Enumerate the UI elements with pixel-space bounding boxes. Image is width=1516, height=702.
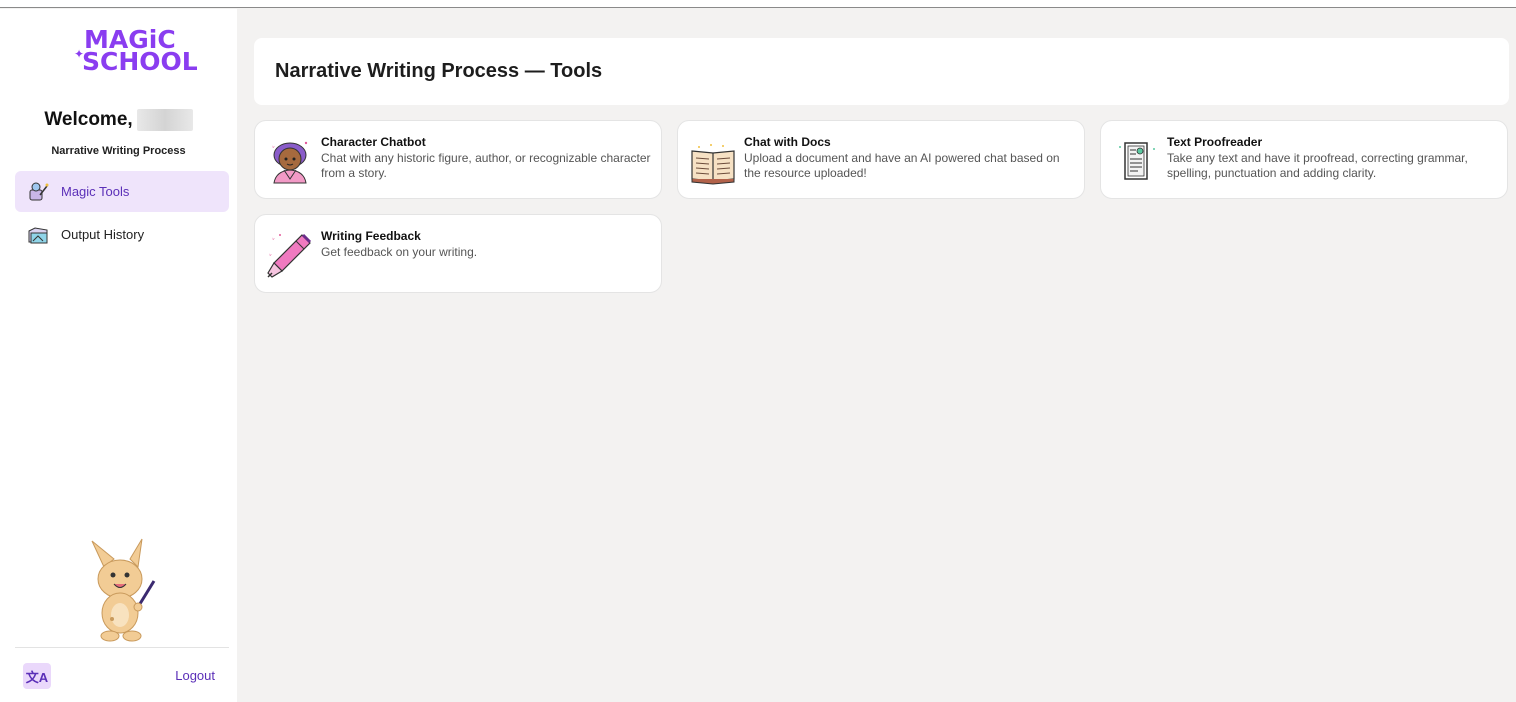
translate-icon: 文A [25, 669, 49, 685]
welcome-heading: Welcome, [0, 109, 237, 131]
page-header: Narrative Writing Process — Tools [254, 38, 1509, 105]
book-icon [689, 137, 737, 185]
tool-description: Take any text and have it proofread, cor… [1167, 151, 1468, 180]
tool-card-writing-feedback[interactable]: Writing Feedback Get feedback on your wr… [254, 214, 662, 293]
wand-icon [27, 181, 49, 203]
magic-school-logo[interactable]: ✦ MAGiC SCHOOL [74, 25, 198, 81]
sidebar: ✦ MAGiC SCHOOL Welcome, Narrative Writin… [0, 9, 237, 702]
sidebar-item-label: Output History [61, 227, 145, 242]
pen-icon [266, 231, 314, 279]
tool-name: Character Chatbot [321, 135, 426, 149]
tool-description: Upload a document and have an AI powered… [744, 151, 1060, 180]
tool-description: Get feedback on your writing. [321, 245, 478, 259]
document-icon [1112, 137, 1160, 185]
tool-card-character-chatbot[interactable]: Character Chatbot Chat with any historic… [254, 120, 662, 199]
logout-button[interactable]: Logout [150, 668, 215, 683]
sidebar-item-output-history[interactable]: Output History [15, 214, 229, 255]
logo-line2: SCHOOL [82, 47, 198, 76]
history-icon [27, 224, 49, 246]
top-border [0, 0, 1516, 8]
bunny-mascot [82, 537, 162, 643]
translate-button[interactable]: 文A [23, 663, 51, 689]
room-name: Narrative Writing Process [51, 145, 186, 157]
sidebar-item-magic-tools[interactable]: Magic Tools [15, 171, 229, 212]
sidebar-item-label: Magic Tools [61, 184, 130, 199]
tool-card-text-proofreader[interactable]: Text Proofreader Take any text and have … [1100, 120, 1508, 199]
tool-name: Writing Feedback [321, 229, 421, 243]
redacted-username [136, 109, 193, 131]
sidebar-divider [15, 647, 229, 648]
tool-name: Text Proofreader [1167, 135, 1263, 149]
tool-description: Chat with any historic figure, author, o… [321, 151, 651, 180]
page-title: Narrative Writing Process — Tools [275, 60, 603, 82]
character-icon [266, 137, 314, 185]
tool-name: Chat with Docs [744, 135, 831, 149]
welcome-text: Welcome, [44, 109, 133, 131]
tool-card-chat-with-docs[interactable]: Chat with Docs Upload a document and hav… [677, 120, 1085, 199]
